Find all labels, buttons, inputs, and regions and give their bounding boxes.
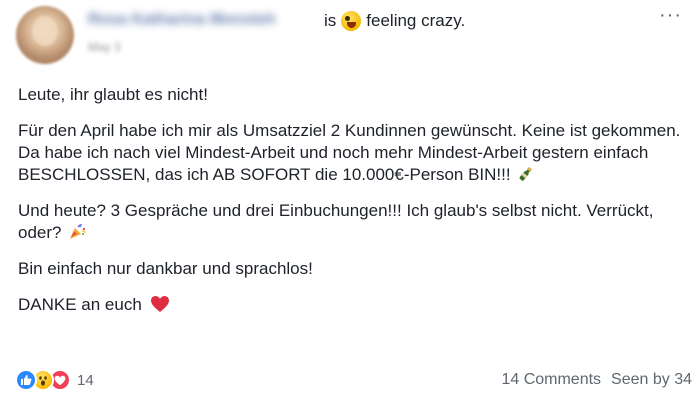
more-options-button[interactable]: ··· [659,4,682,27]
seen-by-link[interactable]: Seen by 34 [611,371,692,389]
paragraph-text: Und heute? 3 Gespräche und drei Einbuchu… [18,201,654,242]
comments-count-link[interactable]: 14 Comments [501,371,601,389]
like-icon [15,369,37,391]
champagne-bottle-icon [519,166,533,181]
paragraph-text: Leute, ihr glaubt es nicht! [18,85,208,104]
author-name[interactable]: Rosa Katharina Monsteh [88,11,316,29]
facebook-post: Rosa Katharina Monsteh May 3 is feeling … [0,0,700,404]
post-date[interactable]: May 3 [88,40,121,54]
post-content: Leute, ihr glaubt es nicht! Für den Apri… [18,84,688,330]
post-stats: 14 Comments Seen by 34 [501,371,692,389]
reaction-count[interactable]: 14 [77,372,94,389]
author-avatar[interactable] [16,6,74,64]
feeling-prefix: is [324,11,337,30]
feeling-status: is feeling crazy. [324,11,465,31]
red-heart-icon [150,296,169,312]
post-paragraph: Und heute? 3 Gespräche und drei Einbuchu… [18,200,688,244]
post-paragraph: Für den April habe ich mir als Umsatzzie… [18,120,688,186]
post-paragraph: Bin einfach nur dankbar und sprachlos! [18,258,688,280]
paragraph-text: Für den April habe ich mir als Umsatzzie… [18,121,681,184]
post-paragraph: DANKE an euch [18,294,688,316]
party-popper-icon [70,224,86,239]
post-paragraph: Leute, ihr glaubt es nicht! [18,84,688,106]
paragraph-text: Bin einfach nur dankbar und sprachlos! [18,259,313,278]
paragraph-text: DANKE an euch [18,295,142,314]
crazy-face-emoji-icon [341,11,362,31]
feeling-text[interactable]: feeling crazy. [366,11,465,31]
reactions-summary[interactable]: 14 [15,368,94,392]
